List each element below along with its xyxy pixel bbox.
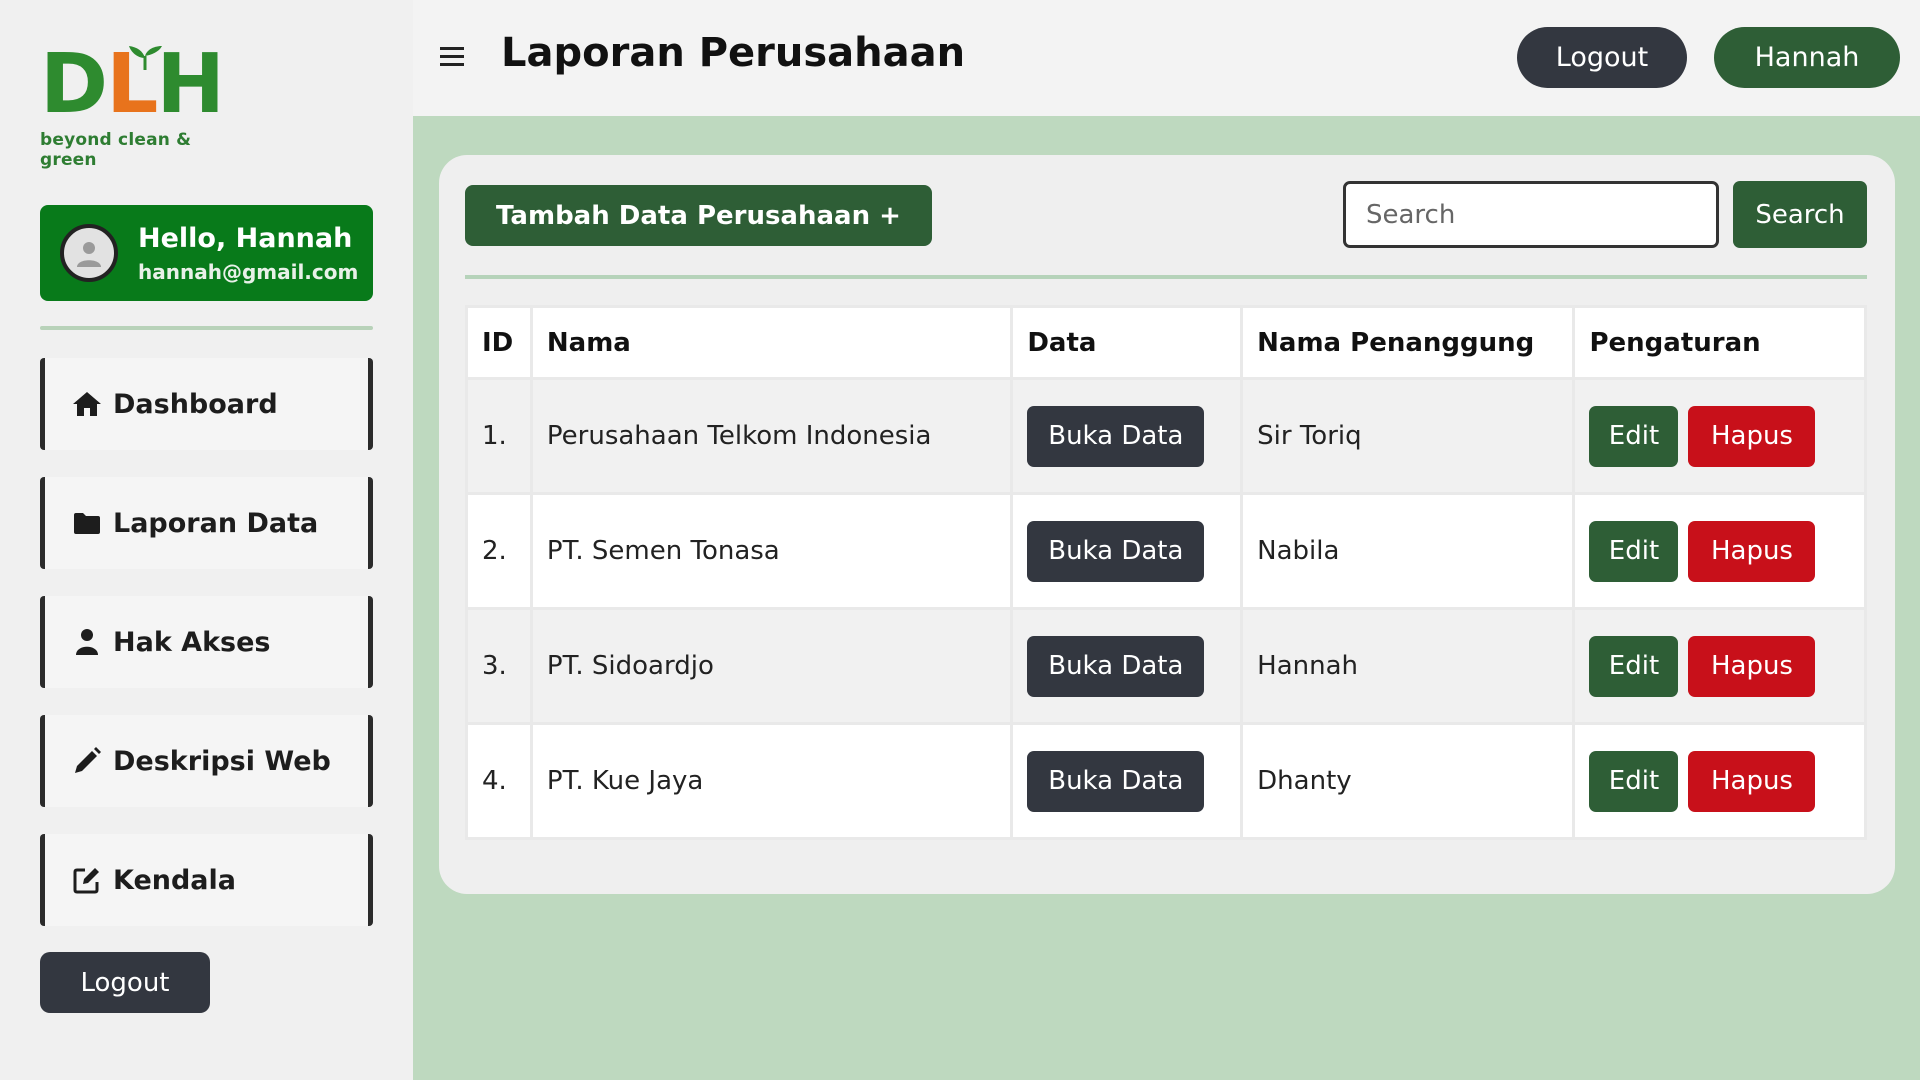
cell-penanggung: Hannah [1240,607,1576,725]
search-input[interactable] [1343,181,1719,248]
delete-button[interactable]: Hapus [1688,750,1816,812]
table-row: 3. PT. Sidoardjo Buka Data Hannah Edit Ha… [465,607,1867,725]
sidebar-item-label: Hak Akses [113,626,271,658]
profile-email: hannah@gmail.com [138,259,359,284]
profile-card: Hello, Hannah hannah@gmail.com [40,205,373,301]
cell-penanggung: Dhanty [1240,722,1576,840]
column-header-pengaturan: Pengaturan [1572,305,1867,380]
hamburger-menu-icon[interactable] [440,46,466,68]
sidebar: DLH beyond clean & green Hello, Hannah h… [0,0,413,1080]
open-data-button[interactable]: Buka Data [1027,750,1205,812]
company-table: ID Nama Data Nama Penanggung Pengaturan … [465,305,1867,840]
sidebar-item-dashboard[interactable]: Dashboard [40,358,373,450]
cell-actions: Edit Hapus [1572,607,1867,725]
sidebar-item-laporan-data[interactable]: Laporan Data [40,477,373,569]
cell-id: 2. [465,492,533,610]
open-data-button[interactable]: Buka Data [1027,405,1205,467]
cell-id: 3. [465,607,533,725]
card-divider [465,275,1867,279]
sidebar-item-label: Dashboard [113,388,278,420]
cell-nama: PT. Semen Tonasa [529,492,1014,610]
sidebar-logout-button[interactable]: Logout [40,952,210,1013]
edit-button[interactable]: Edit [1589,405,1679,467]
edit-button[interactable]: Edit [1589,520,1679,582]
avatar [60,224,118,282]
column-header-id: ID [465,305,533,380]
delete-button[interactable]: Hapus [1688,405,1816,467]
sidebar-item-deskripsi-web[interactable]: Deskripsi Web [40,715,373,807]
cell-id: 4. [465,722,533,840]
edit-button[interactable]: Edit [1589,750,1679,812]
cell-penanggung: Nabila [1240,492,1576,610]
logo-letter-d: D [40,37,108,132]
page-title: Laporan Perusahaan [501,30,966,76]
table-row: 2. PT. Semen Tonasa Buka Data Nabila Edi… [465,492,1867,610]
user-icon [71,626,103,658]
edit-square-icon [71,864,103,896]
edit-button[interactable]: Edit [1589,635,1679,697]
column-header-penanggung: Nama Penanggung [1240,305,1576,380]
user-avatar-icon [77,242,101,267]
sidebar-item-hak-akses[interactable]: Hak Akses [40,596,373,688]
table-header-row: ID Nama Data Nama Penanggung Pengaturan [465,305,1867,380]
sidebar-item-label: Laporan Data [113,507,319,539]
cell-penanggung: Sir Toriq [1240,377,1576,495]
leaf-icon [129,46,162,70]
sidebar-divider [40,326,373,330]
cell-id: 1. [465,377,533,495]
home-icon [71,388,103,420]
cell-actions: Edit Hapus [1572,377,1867,495]
cell-data: Buka Data [1010,492,1244,610]
open-data-button[interactable]: Buka Data [1027,635,1205,697]
user-menu-button[interactable]: Hannah [1714,27,1900,88]
table-row: 1. Perusahaan Telkom Indonesia Buka Data… [465,377,1867,495]
add-company-button[interactable]: Tambah Data Perusahaan + [465,185,932,246]
sidebar-item-label: Deskripsi Web [113,745,331,777]
profile-greeting: Hello, Hannah [138,222,353,254]
content-card: Tambah Data Perusahaan + Search ID Nama … [439,155,1895,894]
column-header-nama: Nama [529,305,1014,380]
top-header: Laporan Perusahaan Logout Hannah [413,0,1920,116]
cell-data: Buka Data [1010,722,1244,840]
cell-nama: PT. Sidoardjo [529,607,1014,725]
open-data-button[interactable]: Buka Data [1027,520,1205,582]
dlh-logo[interactable]: DLH beyond clean & green [40,37,240,171]
delete-button[interactable]: Hapus [1688,635,1816,697]
cell-actions: Edit Hapus [1572,492,1867,610]
table-row: 4. PT. Kue Jaya Buka Data Dhanty Edit Hap… [465,722,1867,840]
cell-nama: Perusahaan Telkom Indonesia [529,377,1014,495]
search-button[interactable]: Search [1733,181,1867,248]
sidebar-item-label: Kendala [113,864,237,896]
column-header-data: Data [1010,305,1244,380]
cell-nama: PT. Kue Jaya [529,722,1014,840]
pencil-icon [71,745,103,777]
folder-icon [71,507,103,539]
logo-tagline: beyond clean & green [40,130,192,170]
logo-letter-h: H [156,37,225,132]
delete-button[interactable]: Hapus [1688,520,1816,582]
cell-data: Buka Data [1010,377,1244,495]
cell-actions: Edit Hapus [1572,722,1867,840]
cell-data: Buka Data [1010,607,1244,725]
header-logout-button[interactable]: Logout [1517,27,1687,88]
sidebar-item-kendala[interactable]: Kendala [40,834,373,926]
